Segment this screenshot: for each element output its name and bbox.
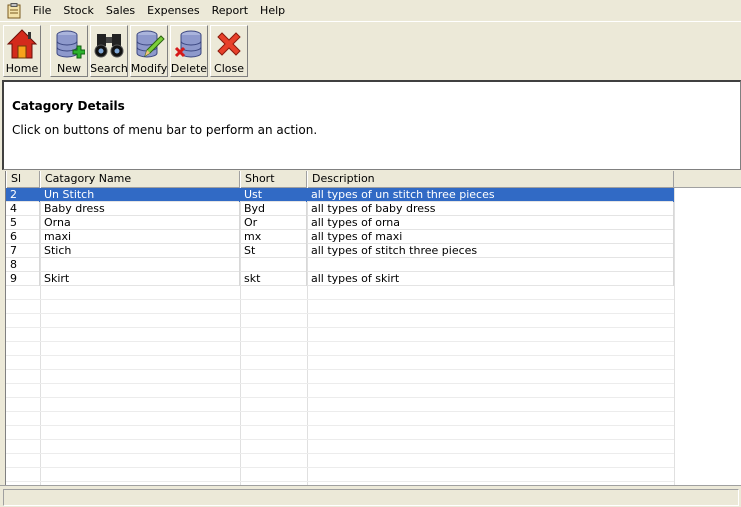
menu-expenses[interactable]: Expenses: [141, 0, 205, 21]
details-header-panel: Catagory Details Click on buttons of men…: [2, 80, 741, 170]
column-header-category-name[interactable]: Catagory Name: [40, 171, 240, 188]
table-cell[interactable]: 9: [6, 272, 40, 286]
table-row[interactable]: 2 Un Stitch Ust all types of un stitch thre…: [6, 188, 674, 202]
table-cell[interactable]: 4: [6, 202, 40, 216]
delete-button-label: Delete: [170, 62, 208, 75]
table-row[interactable]: 6 maxi mx all types of maxi: [6, 230, 674, 244]
grid-row-line: [6, 439, 674, 440]
toolbar: Home New Search Modify Delete Close: [0, 21, 741, 77]
page-title: Catagory Details: [12, 99, 125, 113]
column-header-short[interactable]: Short: [240, 171, 307, 188]
grid-row-line: [6, 369, 674, 370]
grid-row-line: [6, 299, 674, 300]
grid-header: Sl Catagory Name Short Description: [6, 171, 741, 188]
table-cell[interactable]: [40, 258, 240, 272]
table-cell[interactable]: all types of stitch three pieces: [307, 244, 674, 258]
close-button-label: Close: [214, 62, 244, 75]
menu-sales[interactable]: Sales: [100, 0, 141, 21]
menu-report[interactable]: Report: [206, 0, 254, 21]
new-button[interactable]: New: [50, 25, 88, 77]
app-clipboard-icon: [7, 2, 21, 19]
table-cell[interactable]: 5: [6, 216, 40, 230]
table-cell[interactable]: Skirt: [40, 272, 240, 286]
table-cell[interactable]: Byd: [240, 202, 307, 216]
table-cell[interactable]: mx: [240, 230, 307, 244]
delete-button[interactable]: Delete: [170, 25, 208, 77]
table-cell[interactable]: Ust: [240, 188, 307, 202]
database-add-icon: [53, 28, 86, 60]
table-cell[interactable]: Un Stitch: [40, 188, 240, 202]
home-button[interactable]: Home: [3, 25, 41, 77]
table-cell[interactable]: 6: [6, 230, 40, 244]
table-cell[interactable]: 7: [6, 244, 40, 258]
database-delete-icon: [173, 28, 205, 60]
binoculars-icon: [93, 28, 125, 60]
table-cell[interactable]: Orna: [40, 216, 240, 230]
table-cell[interactable]: all types of baby dress: [307, 202, 674, 216]
grid-row-line: [6, 397, 674, 398]
close-icon: [213, 28, 245, 60]
table-row[interactable]: 4 Baby dress Byd all types of baby dress: [6, 202, 674, 216]
table-cell[interactable]: St: [240, 244, 307, 258]
modify-button[interactable]: Modify: [130, 25, 168, 77]
grid-row-line: [6, 411, 674, 412]
grid-row-line: [6, 355, 674, 356]
table-row[interactable]: 8: [6, 258, 674, 272]
table-cell[interactable]: 8: [6, 258, 40, 272]
table-cell[interactable]: all types of skirt: [307, 272, 674, 286]
table-cell[interactable]: Or: [240, 216, 307, 230]
category-grid[interactable]: Sl Catagory Name Short Description 2 Un S…: [5, 171, 741, 485]
page-instruction: Click on buttons of menu bar to perform …: [12, 123, 318, 137]
grid-row-line: [6, 481, 674, 482]
table-cell[interactable]: skt: [240, 272, 307, 286]
table-row[interactable]: 9 Skirt skt all types of skirt: [6, 272, 674, 286]
database-edit-icon: [133, 28, 165, 60]
grid-row-line: [6, 341, 674, 342]
table-cell[interactable]: [307, 258, 674, 272]
home-icon: [6, 28, 38, 60]
table-cell[interactable]: all types of maxi: [307, 230, 674, 244]
table-cell[interactable]: maxi: [40, 230, 240, 244]
grid-row-line: [6, 453, 674, 454]
grid-row-line: [6, 383, 674, 384]
column-header-description[interactable]: Description: [307, 171, 674, 188]
status-panel: [3, 489, 739, 506]
column-header-sl[interactable]: Sl: [6, 171, 40, 188]
modify-button-label: Modify: [130, 62, 168, 75]
status-bar: [0, 485, 741, 507]
menu-stock[interactable]: Stock: [57, 0, 99, 21]
menu-file[interactable]: File: [27, 0, 57, 21]
grid-column-divider: [674, 188, 675, 485]
search-button[interactable]: Search: [90, 25, 128, 77]
table-cell[interactable]: Stich: [40, 244, 240, 258]
table-cell[interactable]: all types of orna: [307, 216, 674, 230]
home-button-label: Home: [5, 62, 39, 75]
search-button-label: Search: [90, 62, 128, 75]
table-cell[interactable]: Baby dress: [40, 202, 240, 216]
menu-help[interactable]: Help: [254, 0, 291, 21]
table-row[interactable]: 7 Stich St all types of stitch three pieces: [6, 244, 674, 258]
menu-bar: File Stock Sales Expenses Report Help: [0, 0, 741, 21]
new-button-label: New: [57, 62, 81, 75]
grid-row-line: [6, 327, 674, 328]
grid-row-line: [6, 425, 674, 426]
table-cell[interactable]: [240, 258, 307, 272]
close-button[interactable]: Close: [210, 25, 248, 77]
table-row[interactable]: 5 Orna Or all types of orna: [6, 216, 674, 230]
table-cell[interactable]: all types of un stitch three pieces: [307, 188, 674, 202]
grid-row-line: [6, 467, 674, 468]
grid-row-line: [6, 313, 674, 314]
table-cell[interactable]: 2: [6, 188, 40, 202]
